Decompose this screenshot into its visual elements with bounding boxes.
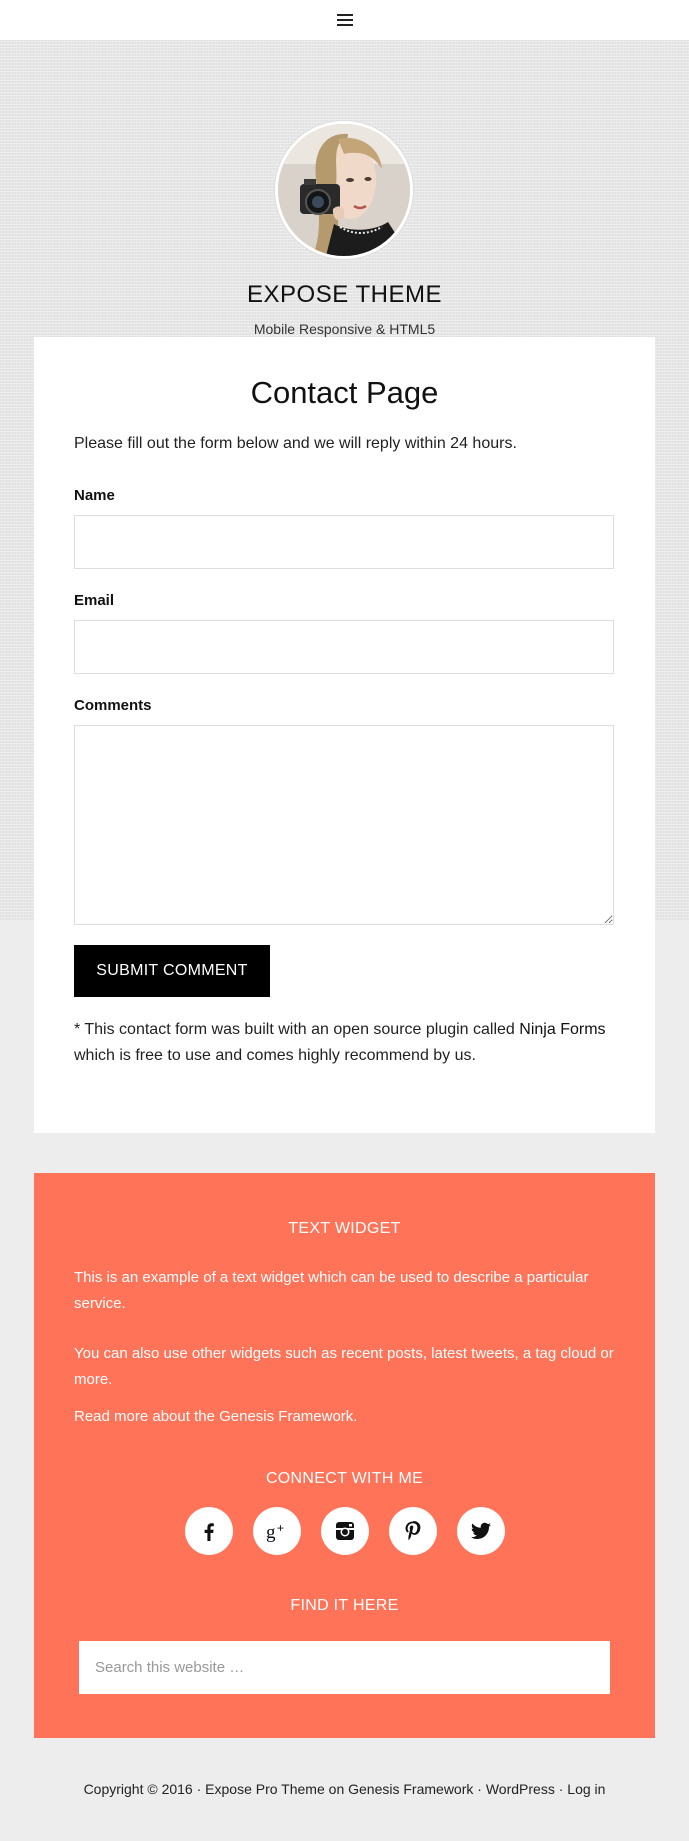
comments-textarea[interactable] [74, 725, 614, 925]
intro-text: Please fill out the form below and we wi… [74, 435, 517, 452]
name-label: Name [74, 487, 115, 504]
find-widget-title: FIND IT HERE [290, 1597, 399, 1614]
hamburger-menu-icon[interactable] [336, 14, 353, 26]
connect-widget-title: CONNECT WITH ME [265, 1470, 424, 1487]
contact-content-card: Contact Page Please fill out the form be… [34, 337, 655, 1133]
email-field[interactable] [74, 620, 614, 674]
genesis-framework-link[interactable]: Genesis Framework [348, 1781, 473, 1797]
site-avatar-image[interactable] [275, 121, 413, 259]
text-widget-paragraph-2: You can also use other widgets such as r… [74, 1345, 614, 1388]
plugin-note-prefix: * This contact form was built with an op… [74, 1021, 520, 1038]
name-field[interactable] [74, 515, 614, 569]
plugin-note-suffix: which is free to use and comes highly re… [74, 1047, 476, 1064]
google-plus-icon[interactable]: g + [252, 1507, 301, 1555]
login-link[interactable]: Log in [567, 1781, 605, 1797]
plugin-note: * This contact form was built with an op… [74, 1017, 614, 1069]
footer-widget-area: TEXT WIDGET This is an example of a text… [34, 1173, 655, 1738]
text-widget-paragraph-1: This is an example of a text widget whic… [74, 1269, 589, 1312]
text-widget-title: TEXT WIDGET [288, 1220, 401, 1237]
theme-link[interactable]: Expose Pro Theme [205, 1781, 325, 1797]
instagram-icon[interactable] [320, 1507, 369, 1555]
social-icons-row: g + [34, 1507, 655, 1555]
genesis-read-more-link[interactable]: Read more about the Genesis Framework. [74, 1408, 357, 1425]
site-description: Mobile Responsive & HTML5 [253, 321, 436, 337]
site-title[interactable]: EXPOSE THEME [0, 281, 689, 309]
footer-on-text: on [324, 1781, 349, 1797]
photographer-avatar-icon [278, 124, 410, 256]
copyright-text: Copyright © 2016 · [83, 1781, 206, 1797]
footer-separator-2: · [554, 1781, 568, 1797]
svg-text:+: + [277, 1521, 284, 1535]
facebook-icon[interactable] [184, 1507, 233, 1555]
search-input[interactable] [79, 1641, 610, 1694]
footer-separator-1: · [473, 1781, 486, 1797]
site-footer: Copyright © 2016 · Expose Pro Theme on G… [0, 1781, 689, 1797]
twitter-icon[interactable] [456, 1507, 505, 1555]
ninja-forms-link[interactable]: Ninja Forms [519, 1021, 605, 1038]
email-label: Email [74, 592, 115, 609]
submit-comment-button[interactable]: SUBMIT COMMENT [74, 945, 270, 997]
comments-label: Comments [74, 697, 152, 714]
page-title: Contact Page [250, 375, 439, 410]
top-navigation-bar [0, 0, 689, 41]
svg-text:g: g [266, 1522, 276, 1543]
pinterest-icon[interactable] [388, 1507, 437, 1555]
wordpress-link[interactable]: WordPress [486, 1781, 555, 1797]
